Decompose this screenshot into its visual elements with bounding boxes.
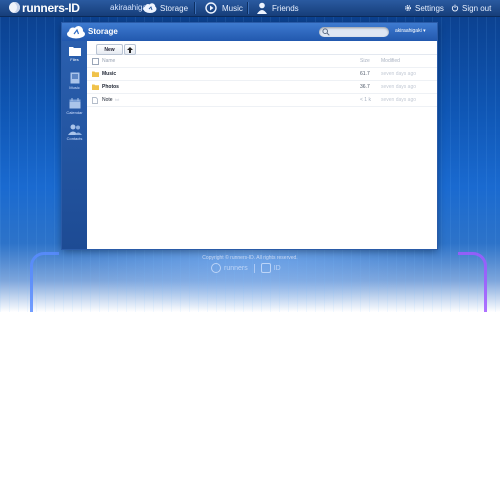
nav-friends[interactable]: Friends: [255, 0, 299, 16]
copyright-text: Copyright © runners-ID. All rights reser…: [202, 255, 298, 261]
footer-logo-label: ID: [273, 264, 281, 272]
nav-friends-label: Friends: [272, 3, 299, 13]
user-icon: [257, 2, 267, 14]
settings-label: Settings: [415, 3, 444, 13]
id-logo-icon: [260, 263, 271, 273]
power-icon: [451, 4, 459, 12]
toolbar: New: [87, 41, 437, 55]
up-button[interactable]: [124, 44, 136, 55]
footer-logo-runners: runners: [211, 263, 248, 273]
nav-storage[interactable]: Storage: [143, 0, 188, 16]
sidebar-item-label: Music: [69, 85, 80, 90]
contacts-icon: [67, 124, 82, 135]
file-modified: seven days ago: [381, 97, 417, 103]
folder-icon: [92, 84, 99, 90]
music-icon: [70, 72, 79, 84]
sidebar-item-calendar[interactable]: Calendar: [62, 95, 87, 121]
storage-panel: Storage akiraahigaki ▾ Files Music Calen…: [62, 23, 437, 249]
file-modified: seven days ago: [381, 71, 417, 77]
file-size: 36.7: [360, 84, 370, 90]
gear-icon: [404, 4, 412, 12]
file-modified: seven days ago: [381, 84, 417, 90]
search-icon: [322, 28, 330, 36]
footer-logos: runners ID: [211, 263, 281, 273]
file-name[interactable]: Note: [102, 97, 113, 103]
folder-icon: [68, 47, 81, 56]
file-name[interactable]: Photos: [102, 84, 119, 90]
circuit-decoration-left: [30, 252, 59, 312]
table-row[interactable]: Music 61.7 seven days ago: [87, 68, 437, 81]
nav-music[interactable]: Music: [205, 0, 243, 16]
footer-separator: [253, 263, 255, 273]
sidebar: Files Music Calendar Contacts: [62, 41, 87, 249]
footer-logo-id: ID: [260, 263, 281, 273]
sidebar-item-label: Files: [70, 57, 79, 62]
panel-header: Storage akiraahigaki ▾: [62, 23, 437, 41]
folder-icon: [92, 71, 99, 77]
user-menu-button[interactable]: akiraahigaki ▾: [395, 28, 426, 34]
search-input[interactable]: [332, 27, 386, 37]
signout-label: Sign out: [462, 3, 492, 13]
document-icon: [92, 97, 98, 104]
search-box[interactable]: [319, 27, 389, 37]
column-name[interactable]: Name: [102, 58, 115, 64]
nav-music-label: Music: [222, 3, 243, 13]
settings-link[interactable]: Settings: [404, 0, 444, 16]
file-size: < 1 k: [360, 97, 371, 103]
nav-separator: [247, 2, 248, 14]
top-navbar: runners-ID akiraahigaki Storage Music Fr…: [0, 0, 500, 17]
table-header: Name Size Modified: [87, 55, 437, 68]
table-row[interactable]: Note txt < 1 k seven days ago: [87, 94, 437, 107]
sidebar-item-music[interactable]: Music: [62, 69, 87, 95]
select-all-checkbox[interactable]: [92, 58, 99, 65]
signout-link[interactable]: Sign out: [451, 0, 491, 16]
file-extension: txt: [115, 97, 120, 102]
panel-title: Storage: [88, 27, 118, 36]
file-browser: New Name Size Modified Music 61.7 seven …: [87, 41, 437, 249]
arrow-up-icon: [127, 46, 133, 53]
new-button[interactable]: New: [96, 44, 123, 55]
music-icon: [205, 2, 217, 14]
footer-logo-label: runners: [224, 264, 248, 272]
sidebar-item-label: Calendar: [66, 110, 83, 115]
column-modified[interactable]: Modified: [381, 58, 400, 64]
brand-logo[interactable]: runners-ID: [22, 1, 80, 15]
nav-storage-label: Storage: [160, 3, 189, 13]
cloud-icon: [143, 3, 157, 13]
file-name[interactable]: Music: [102, 71, 116, 77]
logo-icon: [9, 2, 20, 13]
column-size[interactable]: Size: [360, 58, 370, 64]
sidebar-item-contacts[interactable]: Contacts: [62, 121, 87, 147]
calendar-icon: [69, 98, 80, 109]
table-row[interactable]: Photos 36.7 seven days ago: [87, 81, 437, 94]
file-table: Name Size Modified Music 61.7 seven days…: [87, 55, 437, 107]
file-size: 61.7: [360, 71, 370, 77]
sidebar-item-label: Contacts: [66, 136, 83, 141]
nav-separator: [194, 2, 195, 14]
circuit-decoration-right: [458, 252, 487, 312]
sidebar-item-files[interactable]: Files: [62, 43, 87, 69]
runners-logo-icon: [211, 263, 221, 273]
storage-cloud-icon: [67, 26, 85, 39]
